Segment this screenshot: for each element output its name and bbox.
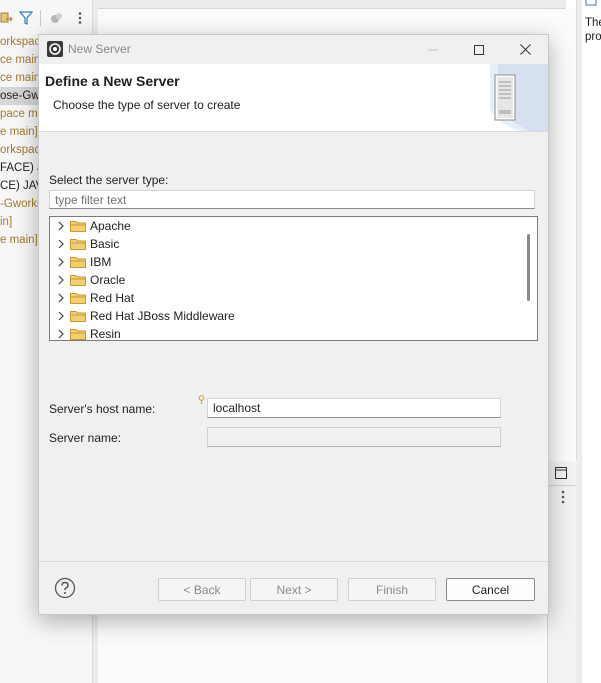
right-panel-text: pro [585,31,601,43]
chevron-right-icon[interactable] [56,239,66,249]
folder-icon [70,257,86,268]
server-type-label: Select the server type: [49,173,169,187]
maximize-icon [474,44,484,55]
bottom-view-header [548,461,577,486]
folder-icon [70,311,86,322]
folder-icon [70,275,86,286]
chevron-right-icon[interactable] [56,311,66,321]
wizard-banner-image [490,64,548,131]
server-type-tree-item[interactable]: Basic [50,235,520,253]
server-type-label: Basic [90,237,120,251]
back-button: < Back [158,578,246,601]
close-icon [519,44,531,55]
server-type-tree-item[interactable]: IBM [50,253,520,271]
wizard-title: Define a New Server [45,73,180,89]
new-server-dialog: New Server Define a New Server Choose th… [38,34,549,615]
chevron-right-icon[interactable] [56,221,66,231]
server-name-input [207,427,501,447]
server-type-tree-item[interactable]: Red Hat [50,289,520,307]
close-button[interactable] [502,35,548,64]
next-button: Next > [250,578,338,601]
folder-icon [70,293,86,304]
folder-icon [70,239,86,250]
right-side-panel: The pro [582,0,601,683]
server-type-tree: Apache Basic IBM Oracle Red Hat Red Hat … [49,216,538,341]
server-type-tree-item[interactable]: Apache [50,217,520,235]
view-menu-icon[interactable] [73,11,87,25]
wizard-banner: Define a New Server Choose the type of s… [39,64,548,132]
tree-scrollbar-thumb[interactable] [527,234,530,301]
server-tower-icon [490,64,548,131]
editor-tab-strip [98,0,566,9]
minimize-icon [428,49,438,50]
host-name-input[interactable] [207,398,501,418]
view-menu-icon[interactable] [560,489,566,505]
chevron-right-icon[interactable] [56,275,66,285]
server-type-label: IBM [90,255,112,269]
cancel-button[interactable]: Cancel [446,578,535,601]
server-type-tree-item[interactable]: Oracle [50,271,520,289]
server-type-label: Apache [90,219,131,233]
chevron-right-icon[interactable] [56,329,66,339]
chevron-right-icon[interactable] [56,293,66,303]
wizard-description: Choose the type of server to create [53,98,241,112]
server-type-label: Red Hat JBoss Middleware [90,309,235,323]
project-explorer-toolbar [0,8,93,30]
document-icon [585,0,597,6]
folder-icon [70,221,86,232]
server-type-tree-item[interactable]: Red Hat JBoss Middleware [50,307,520,325]
dialog-titlebar[interactable]: New Server [39,35,548,64]
server-type-label: Resin [90,327,121,341]
server-name-label: Server name: [49,431,122,445]
maximize-button[interactable] [456,35,502,64]
folder-icon [70,329,86,340]
server-type-label: Oracle [90,273,126,287]
bottom-view-panel [547,461,577,683]
chevron-right-icon[interactable] [56,257,66,267]
filter-icon[interactable] [19,11,33,25]
eclipse-app-icon [47,41,63,57]
minimize-button [410,35,456,64]
question-mark-icon[interactable] [54,577,76,599]
toolbar-separator [40,10,41,26]
dialog-title: New Server [68,42,131,56]
right-panel-text: The [585,17,601,29]
server-type-tree-item[interactable]: Resin [50,325,520,341]
footer-separator [39,561,548,562]
host-name-label: Server's host name: [49,402,156,416]
collapse-all-icon[interactable] [50,11,64,25]
link-editor-icon[interactable] [0,11,14,25]
server-type-label: Red Hat [90,291,135,305]
maximize-view-icon[interactable] [555,467,567,479]
content-assist-hint-icon [198,395,205,404]
server-type-filter-input[interactable] [49,190,535,209]
finish-button: Finish [348,578,436,601]
